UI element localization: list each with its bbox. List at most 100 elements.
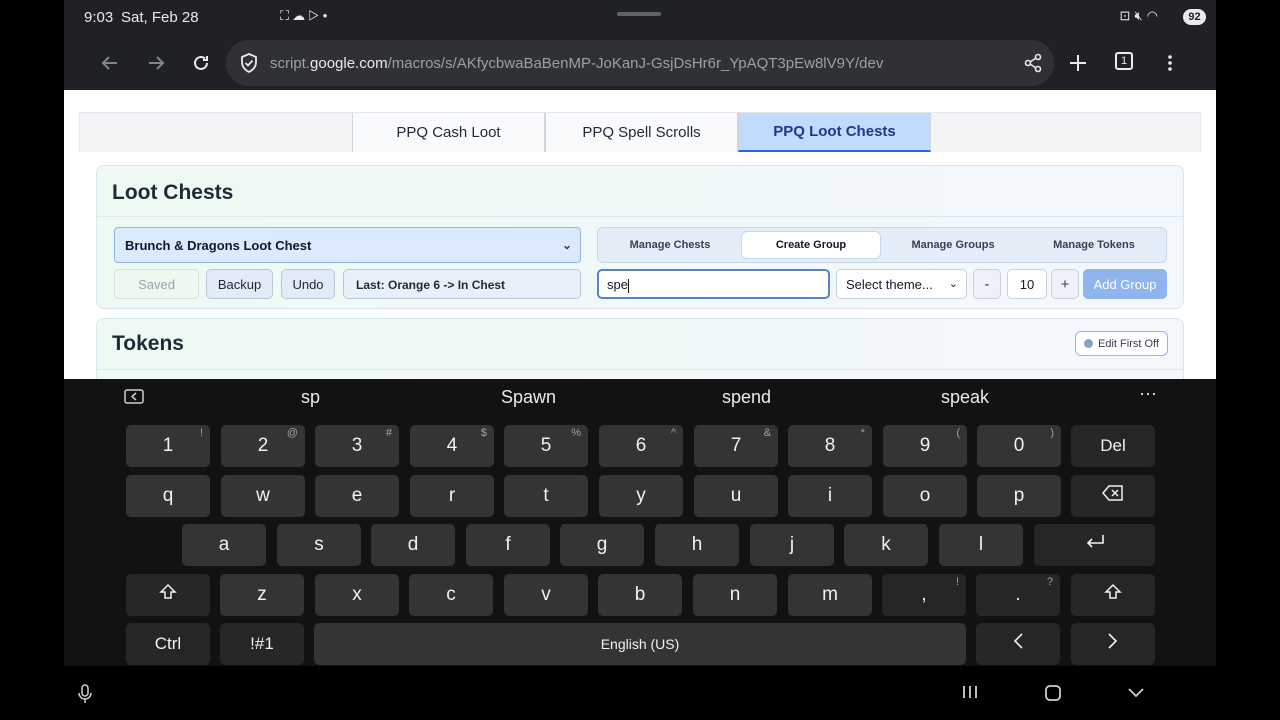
key-w[interactable]: w: [221, 475, 305, 517]
key-5[interactable]: 5%: [504, 425, 588, 467]
key-e[interactable]: e: [315, 475, 399, 517]
keyboard-hide-icon[interactable]: [124, 389, 144, 405]
key-y[interactable]: y: [599, 475, 683, 517]
key-t[interactable]: t: [504, 475, 588, 517]
chevron-down-icon: ⌄: [561, 238, 572, 252]
key-q[interactable]: q: [126, 475, 210, 517]
key-a[interactable]: a: [182, 524, 266, 566]
tab-ppq-spell-scrolls[interactable]: PPQ Spell Scrolls: [545, 113, 738, 152]
more-suggestions-icon[interactable]: ···: [1139, 383, 1157, 404]
key-enter[interactable]: [1034, 524, 1155, 566]
edit-first-off-toggle[interactable]: Edit First Off: [1075, 331, 1168, 356]
key-shift-left[interactable]: [126, 574, 210, 616]
key-delete[interactable]: Del: [1071, 425, 1155, 467]
new-tab-icon[interactable]: [1063, 48, 1093, 78]
status-time: 9:03: [84, 9, 114, 26]
key-label: a: [218, 534, 230, 555]
key-o[interactable]: o: [883, 475, 967, 517]
tab-ppq-loot-chests[interactable]: PPQ Loot Chests: [738, 113, 931, 152]
key-z[interactable]: z: [220, 574, 304, 616]
quantity-input[interactable]: 10: [1007, 269, 1047, 299]
segment-manage-groups[interactable]: Manage Groups: [883, 231, 1023, 259]
key-period-label: .: [1015, 584, 1021, 605]
key-arrow-right[interactable]: [1071, 623, 1155, 665]
key-j[interactable]: j: [750, 524, 834, 566]
key-r[interactable]: r: [410, 475, 494, 517]
home-icon[interactable]: [1044, 684, 1062, 707]
suggestion-2[interactable]: Spawn: [501, 387, 556, 408]
key-n[interactable]: n: [693, 574, 777, 616]
back-icon[interactable]: [95, 48, 125, 78]
window-handle[interactable]: [617, 12, 661, 16]
key-m[interactable]: m: [788, 574, 872, 616]
microphone-icon[interactable]: [78, 684, 92, 709]
key-alt-label: ^: [670, 427, 676, 439]
key-c[interactable]: c: [409, 574, 493, 616]
theme-select[interactable]: Select theme... ⌄: [836, 269, 967, 299]
tab-ppq-cash-loot[interactable]: PPQ Cash Loot: [352, 113, 545, 152]
segment-create-group[interactable]: Create Group: [741, 231, 881, 259]
site-security-icon[interactable]: [238, 52, 260, 74]
chest-select[interactable]: Brunch & Dragons Loot Chest ⌄: [114, 227, 581, 263]
key-1[interactable]: 1!: [126, 425, 210, 467]
url-path: /macros/s/AKfycbwaBaBenMP-JoKanJ-GsjDsHr…: [387, 55, 884, 72]
saved-button[interactable]: Saved: [114, 269, 199, 299]
key-3[interactable]: 3 #: [315, 425, 399, 467]
increment-button[interactable]: +: [1051, 269, 1079, 299]
suggestion-3[interactable]: spend: [722, 387, 771, 408]
key-4[interactable]: 4 $: [410, 425, 494, 467]
backup-button[interactable]: Backup: [206, 269, 273, 299]
key-alt-label: (: [956, 427, 960, 439]
add-group-button[interactable]: Add Group: [1083, 269, 1167, 299]
key-i[interactable]: i: [788, 475, 872, 517]
key-f[interactable]: f: [466, 524, 550, 566]
key-space[interactable]: English (US): [314, 623, 966, 665]
key-label: 6: [635, 435, 647, 456]
key-g[interactable]: g: [560, 524, 644, 566]
suggestion-1[interactable]: sp: [301, 387, 320, 408]
key-6[interactable]: 6 ^: [599, 425, 683, 467]
key-b[interactable]: b: [598, 574, 682, 616]
shift-icon: [159, 583, 177, 607]
enter-icon: [1084, 533, 1106, 557]
key-v[interactable]: v: [504, 574, 588, 616]
key-alt-label: %: [571, 427, 581, 439]
key-8[interactable]: 8 *: [788, 425, 872, 467]
key-arrow-left[interactable]: [976, 623, 1060, 665]
segment-manage-chests[interactable]: Manage Chests: [600, 231, 740, 259]
key-7[interactable]: 7 &: [694, 425, 778, 467]
key-u[interactable]: u: [694, 475, 778, 517]
share-icon[interactable]: [1018, 48, 1048, 78]
key-d[interactable]: d: [371, 524, 455, 566]
key-0[interactable]: 0): [977, 425, 1061, 467]
key-x[interactable]: x: [315, 574, 399, 616]
key-ctrl[interactable]: Ctrl: [126, 623, 210, 665]
decrement-button[interactable]: -: [973, 269, 1001, 299]
address-bar[interactable]: script.google.com/macros/s/AKfycbwaBaBen…: [226, 40, 1054, 86]
key-h[interactable]: h: [655, 524, 739, 566]
undo-button[interactable]: Undo: [281, 269, 335, 299]
key-2[interactable]: 2 @: [221, 425, 305, 467]
key-p[interactable]: p: [977, 475, 1061, 517]
key-backspace[interactable]: [1071, 475, 1155, 517]
more-options-icon[interactable]: [1155, 48, 1185, 78]
key-symbols[interactable]: !#1: [220, 623, 304, 665]
key-period[interactable]: .?: [976, 574, 1060, 616]
key-9[interactable]: 9(: [883, 425, 967, 467]
tab-switcher-button[interactable]: 1: [1115, 52, 1133, 70]
key-k[interactable]: k: [844, 524, 928, 566]
key-s[interactable]: s: [277, 524, 361, 566]
key-shift-right[interactable]: [1071, 574, 1155, 616]
reload-icon[interactable]: [186, 48, 216, 78]
url-text: script.google.com/macros/s/AKfycbwaBaBen…: [270, 55, 883, 72]
segment-manage-tokens[interactable]: Manage Tokens: [1024, 231, 1164, 259]
suggestion-4[interactable]: speak: [941, 387, 989, 408]
recent-apps-icon[interactable]: [961, 684, 979, 705]
key-comma[interactable]: ,!: [882, 574, 966, 616]
key-l[interactable]: l: [939, 524, 1023, 566]
key-label: 8: [824, 435, 836, 456]
forward-icon[interactable]: [141, 48, 171, 78]
chest-select-value: Brunch & Dragons Loot Chest: [125, 238, 312, 253]
group-name-input[interactable]: spe: [597, 269, 830, 299]
back-nav-icon[interactable]: [1127, 684, 1145, 705]
